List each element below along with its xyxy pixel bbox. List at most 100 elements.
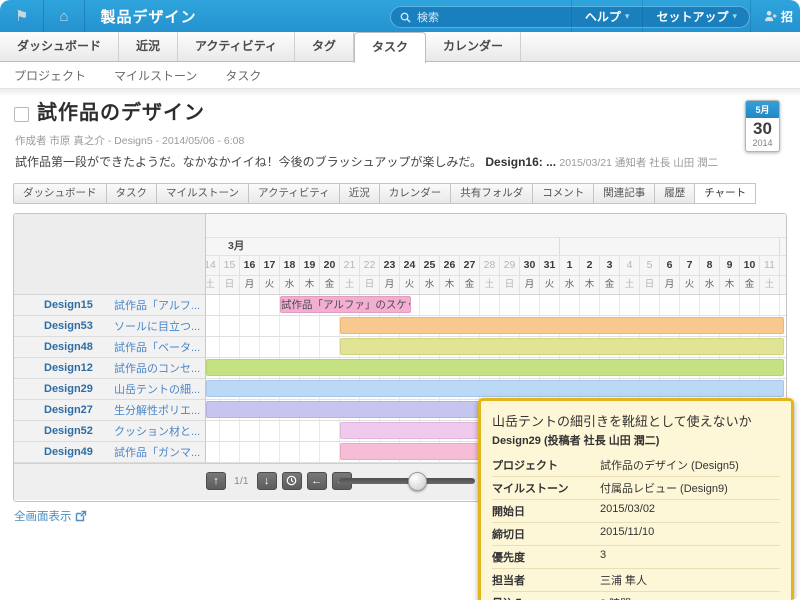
gantt-bar[interactable] bbox=[206, 380, 784, 397]
weekday-cell: 日 bbox=[360, 276, 380, 294]
gantt-row-header: Design48試作品「ベータ... bbox=[14, 337, 206, 358]
date-badge: 5月 30 2014 bbox=[745, 100, 780, 152]
search-icon bbox=[400, 12, 411, 23]
task-id-link[interactable]: Design15 bbox=[44, 299, 114, 311]
task-id-link[interactable]: Design12 bbox=[44, 362, 114, 374]
move-left-button[interactable]: ← bbox=[307, 472, 327, 490]
gantt-date-row: 1415161718192021222324252627282930311234… bbox=[206, 256, 786, 276]
task-title-link[interactable]: 試作品のコンセ... bbox=[114, 360, 200, 376]
task-title-link[interactable]: クッション材と... bbox=[114, 423, 200, 439]
weekday-cell: 木 bbox=[720, 276, 740, 294]
tooltip-fields: プロジェクト試作品のデザイン (Design5)マイルストーン付属品レビュー (… bbox=[492, 454, 780, 600]
gantt-bar[interactable] bbox=[340, 338, 784, 355]
task-id-link[interactable]: Design53 bbox=[44, 320, 114, 332]
weekday-cell: 月 bbox=[660, 276, 680, 294]
main-tab-bar: ダッシュボード近況アクティビティタグタスクカレンダー bbox=[0, 32, 800, 62]
weekday-cell: 月 bbox=[240, 276, 260, 294]
invite-label: 招 bbox=[781, 8, 793, 25]
weekday-cell: 木 bbox=[440, 276, 460, 294]
date-badge-day: 30 bbox=[746, 118, 779, 138]
task-title-link[interactable]: 試作品「ガンマ... bbox=[114, 444, 200, 460]
task-title-link[interactable]: 生分解性ポリエ... bbox=[114, 402, 200, 418]
gantt-row: Design29山岳テントの細... bbox=[14, 379, 786, 400]
main-tab-2[interactable]: アクティビティ bbox=[178, 32, 295, 61]
gantt-bar[interactable] bbox=[206, 359, 784, 376]
main-tab-3[interactable]: タグ bbox=[295, 32, 354, 61]
detail-tab-7[interactable]: コメント bbox=[533, 183, 594, 204]
main-tab-1[interactable]: 近況 bbox=[119, 32, 178, 61]
task-id-link[interactable]: Design27 bbox=[44, 404, 114, 416]
scroll-up-button[interactable]: ↑ bbox=[206, 472, 226, 490]
gantt-bar[interactable]: 試作品「アルファ」のスケッチ bbox=[280, 296, 411, 313]
weekday-cell: 金 bbox=[320, 276, 340, 294]
weekday-cell: 金 bbox=[460, 276, 480, 294]
day-cell: 19 bbox=[300, 256, 320, 275]
scroll-down-button[interactable]: ↓ bbox=[257, 472, 277, 490]
gantt-row-header: Design29山岳テントの細... bbox=[14, 379, 206, 400]
task-title-link[interactable]: 山岳テントの細... bbox=[114, 381, 200, 397]
detail-tab-0[interactable]: ダッシュボード bbox=[13, 183, 107, 204]
description-ref-link[interactable]: Design16: ... bbox=[485, 155, 556, 169]
day-cell: 11 bbox=[760, 256, 780, 275]
tooltip-title: 山岳テントの細引きを靴紐として使えないか bbox=[492, 411, 780, 430]
day-cell: 20 bbox=[320, 256, 340, 275]
main-tab-4[interactable]: タスク bbox=[354, 32, 426, 63]
gantt-bar[interactable] bbox=[340, 317, 784, 334]
tooltip-field-value: 2015/11/10 bbox=[600, 526, 780, 542]
today-button[interactable] bbox=[282, 472, 302, 490]
day-cell: 25 bbox=[420, 256, 440, 275]
task-id-link[interactable]: Design29 bbox=[44, 383, 114, 395]
task-title-link[interactable]: ソールに目立つ... bbox=[114, 318, 200, 334]
weekday-cell: 木 bbox=[580, 276, 600, 294]
sub-nav-item-0[interactable]: プロジェクト bbox=[14, 67, 86, 84]
day-cell: 2 bbox=[580, 256, 600, 275]
detail-tab-2[interactable]: マイルストーン bbox=[157, 183, 249, 204]
task-id-link[interactable]: Design52 bbox=[44, 425, 114, 437]
gantt-row-header: Design27生分解性ポリエ... bbox=[14, 400, 206, 421]
task-id-link[interactable]: Design49 bbox=[44, 446, 114, 458]
setup-menu[interactable]: セットアップ ▾ bbox=[642, 0, 750, 32]
weekday-cell: 金 bbox=[600, 276, 620, 294]
detail-tab-6[interactable]: 共有フォルダ bbox=[451, 183, 533, 204]
tooltip-field-label: プロジェクト bbox=[492, 457, 600, 473]
fullscreen-link[interactable]: 全画面表示 bbox=[14, 508, 87, 524]
day-cell: 28 bbox=[480, 256, 500, 275]
flag-icon[interactable]: ⚑ bbox=[0, 7, 43, 25]
day-cell: 16 bbox=[240, 256, 260, 275]
day-cell: 30 bbox=[520, 256, 540, 275]
day-cell: 18 bbox=[280, 256, 300, 275]
slider-knob[interactable] bbox=[408, 472, 427, 491]
slider-track[interactable] bbox=[339, 478, 475, 484]
help-menu[interactable]: ヘルプ ▾ bbox=[571, 0, 643, 32]
tooltip-field-row: 見込み2 時間 bbox=[492, 592, 780, 600]
gantt-row: Design12試作品のコンセ... bbox=[14, 358, 786, 379]
chevron-down-icon: ▾ bbox=[732, 11, 737, 22]
detail-tab-1[interactable]: タスク bbox=[107, 183, 158, 204]
sub-nav-item-2[interactable]: タスク bbox=[225, 67, 261, 84]
zoom-slider[interactable] bbox=[339, 478, 475, 484]
detail-tab-9[interactable]: 履歴 bbox=[655, 183, 695, 204]
sub-nav-item-1[interactable]: マイルストーン bbox=[114, 67, 197, 84]
task-id-link[interactable]: Design48 bbox=[44, 341, 114, 353]
gantt-month-0: 3月 bbox=[206, 238, 560, 255]
detail-tab-5[interactable]: カレンダー bbox=[380, 183, 452, 204]
main-tab-5[interactable]: カレンダー bbox=[426, 32, 521, 61]
task-title-link[interactable]: 試作品「ベータ... bbox=[114, 339, 200, 355]
day-cell: 10 bbox=[740, 256, 760, 275]
invite-button[interactable]: 招 bbox=[750, 0, 800, 32]
task-title-link[interactable]: 試作品「アルフ... bbox=[114, 297, 200, 313]
detail-tab-bar: ダッシュボードタスクマイルストーンアクティビティ近況カレンダー共有フォルダコメン… bbox=[13, 183, 756, 204]
detail-tab-3[interactable]: アクティビティ bbox=[249, 183, 340, 204]
tooltip-field-value: 付属品レビュー (Design9) bbox=[600, 480, 780, 496]
weekday-cell: 土 bbox=[620, 276, 640, 294]
gantt-row: Design53ソールに目立つ... bbox=[14, 316, 786, 337]
issue-checkbox[interactable] bbox=[14, 107, 29, 122]
detail-tab-10[interactable]: チャート bbox=[695, 183, 756, 204]
weekday-cell: 火 bbox=[540, 276, 560, 294]
detail-tab-4[interactable]: 近況 bbox=[340, 183, 380, 204]
gantt-corner-cell bbox=[14, 214, 206, 295]
detail-tab-8[interactable]: 関連記事 bbox=[594, 183, 655, 204]
home-icon[interactable]: ⌂ bbox=[44, 8, 83, 25]
gantt-row-timeline: 試作品「アルファ」のスケッチ bbox=[206, 295, 786, 316]
main-tab-0[interactable]: ダッシュボード bbox=[0, 32, 119, 61]
